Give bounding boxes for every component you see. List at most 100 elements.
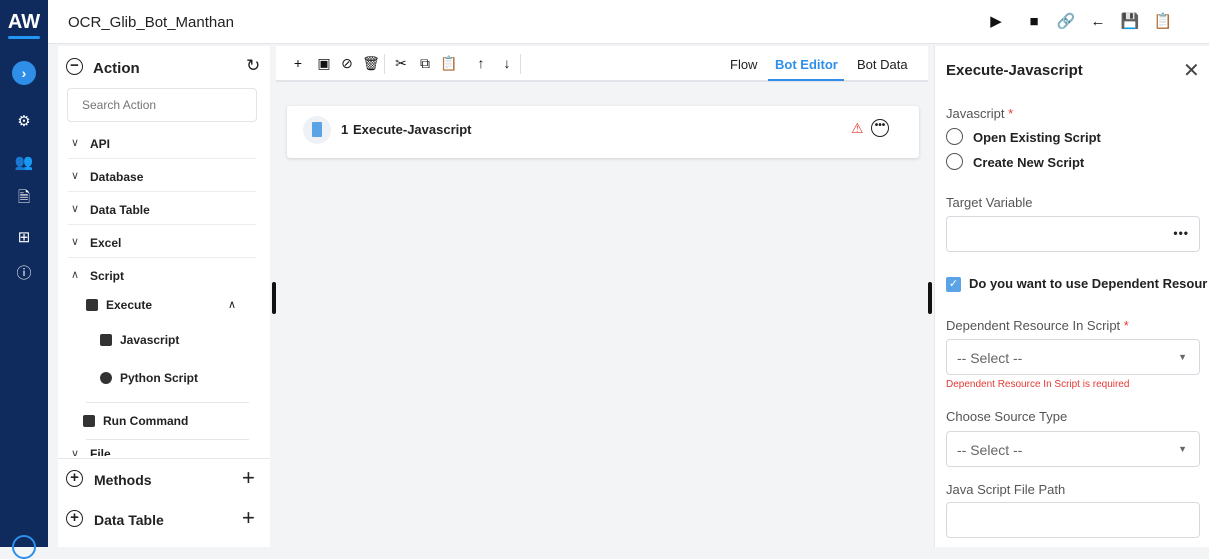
category-excel[interactable]: ∨ Excel [68, 225, 256, 258]
disable-icon[interactable]: ⊘ [338, 55, 356, 72]
move-up-icon[interactable]: ↑ [472, 55, 490, 71]
nav-rail: AW › ⚙ 👥 🗎 ⊞ ⓘ [0, 0, 48, 559]
caret-down-icon: ▼ [1178, 352, 1187, 362]
required-mark: * [1008, 106, 1014, 121]
execute-icon [86, 299, 98, 311]
category-file[interactable]: ∨ File [68, 442, 256, 456]
source-type-select[interactable]: -- Select -- ▼ [946, 431, 1200, 467]
action-label: Javascript [120, 333, 180, 347]
select-placeholder: -- Select -- [957, 442, 1023, 458]
paste-icon[interactable]: 📋 [440, 55, 458, 72]
back-arrow-icon[interactable]: ← [1088, 12, 1108, 32]
chevron-down-icon: ∨ [71, 236, 80, 248]
dependent-resource-label-text: Dependent Resource In Script [946, 318, 1121, 333]
radio-circle[interactable] [946, 153, 963, 170]
tab-bot-editor[interactable]: Bot Editor [775, 57, 838, 72]
action-javascript[interactable]: Javascript [100, 333, 179, 347]
tab-bot-data[interactable]: Bot Data [857, 57, 908, 72]
refresh-icon[interactable]: ↻ [246, 56, 260, 76]
dependent-resource-checkbox[interactable]: ✓ Do you want to use Dependent Resour [946, 274, 1209, 294]
source-type-label: Choose Source Type [946, 409, 1068, 424]
add-data-table-icon[interactable]: + [242, 505, 255, 531]
radio-label: Open Existing Script [973, 130, 1101, 145]
action-label: Python Script [120, 371, 199, 385]
cut-icon[interactable]: ✂ [392, 55, 410, 72]
chevron-right-icon[interactable]: › [12, 61, 36, 85]
save-icon[interactable]: 💾 [1120, 12, 1140, 32]
divider [86, 402, 249, 403]
collapse-minus-icon[interactable]: − [66, 58, 83, 75]
search-action-input[interactable] [67, 88, 257, 122]
category-label: Database [90, 170, 144, 184]
chevron-down-icon: ∨ [71, 170, 80, 182]
play-icon[interactable]: ▶ [986, 12, 1006, 32]
more-options-icon[interactable]: ••• [1173, 226, 1189, 240]
settings-cog-icon[interactable]: ⚙ [14, 112, 34, 132]
radio-circle[interactable] [946, 128, 963, 145]
data-table-section[interactable]: + Data Table + [58, 499, 270, 539]
category-script[interactable]: ∧ Script [68, 258, 256, 291]
file-path-label: Java Script File Path [946, 482, 1066, 497]
bot-title: OCR_Glib_Bot_Manthan [68, 14, 234, 31]
logo-underline [8, 36, 40, 39]
radio-label: Create New Script [973, 155, 1085, 170]
actions-panel: − Action ↻ ∨ API ∨ Database ∨ Data Table… [58, 46, 270, 547]
category-label: Data Table [90, 203, 150, 217]
divider [86, 439, 249, 440]
target-variable-input[interactable]: ••• [946, 216, 1200, 252]
category-api[interactable]: ∨ API [68, 126, 256, 159]
file-cog-icon[interactable]: 🗎 [14, 188, 34, 208]
dependent-resource-select[interactable]: -- Select -- ▼ [946, 339, 1200, 375]
checkbox-checked-icon[interactable]: ✓ [946, 277, 961, 292]
action-run-command[interactable]: Run Command [83, 414, 188, 428]
javascript-label: Javascript * [946, 106, 1013, 121]
javascript-step-icon [303, 116, 331, 144]
users-icon[interactable]: 👥 [14, 153, 34, 173]
select-placeholder: -- Select -- [957, 350, 1023, 366]
group-execute[interactable]: Execute ∧ [86, 298, 246, 312]
tab-flow[interactable]: Flow [730, 57, 757, 72]
methods-label: Methods [94, 472, 152, 488]
radio-open-existing-script[interactable]: Open Existing Script [946, 127, 1206, 147]
video-icon[interactable]: ■ [1024, 12, 1044, 32]
target-variable-label: Target Variable [946, 195, 1033, 210]
caret-down-icon: ▼ [1178, 444, 1187, 454]
warning-icon: ⚠ [851, 120, 864, 136]
editor-toolbar: + ▣ ⊘ 🗑 ✂ ⧉ 📋 ↑ ↓ Flow Bot Editor Bot Da… [276, 46, 928, 82]
insert-icon[interactable]: ▣ [315, 55, 333, 72]
javascript-icon [100, 334, 112, 346]
chevron-up-icon: ∧ [228, 299, 237, 311]
more-options-icon[interactable]: ••• [871, 119, 889, 137]
delete-icon[interactable]: 🗑 [362, 55, 380, 72]
chevron-down-icon: ∨ [71, 137, 80, 149]
add-icon[interactable]: + [289, 55, 307, 71]
close-icon[interactable]: ✕ [1183, 58, 1200, 83]
info-icon[interactable]: ⓘ [14, 264, 34, 284]
chevron-down-icon: ∨ [71, 448, 80, 456]
data-table-label: Data Table [94, 512, 164, 528]
active-tab-indicator [768, 79, 844, 81]
actions-header: − Action ↻ [58, 46, 270, 88]
step-card[interactable]: 1 Execute-Javascript ⚠ ••• [287, 106, 919, 158]
category-data-table[interactable]: ∨ Data Table [68, 192, 256, 225]
profile-icon[interactable] [12, 535, 36, 559]
javascript-label-text: Javascript [946, 106, 1005, 121]
category-database[interactable]: ∨ Database [68, 159, 256, 192]
move-down-icon[interactable]: ↓ [498, 55, 516, 71]
link-icon[interactable]: 🔗 [1056, 12, 1076, 32]
radio-create-new-script[interactable]: Create New Script [946, 152, 1206, 172]
panel-footer: + Methods + + Data Table + [58, 458, 270, 547]
add-method-icon[interactable]: + [242, 465, 255, 491]
action-label: Run Command [103, 414, 189, 428]
toolbar-separator [520, 54, 521, 74]
methods-section[interactable]: + Methods + [58, 459, 270, 499]
export-icon[interactable]: 📋 [1153, 12, 1173, 32]
action-python-script[interactable]: Python Script [100, 371, 198, 385]
apps-grid-icon[interactable]: ⊞ [14, 228, 34, 248]
copy-icon[interactable]: ⧉ [416, 55, 434, 72]
bot-editor: + ▣ ⊘ 🗑 ✂ ⧉ 📋 ↑ ↓ Flow Bot Editor Bot Da… [276, 46, 928, 547]
terminal-icon [83, 415, 95, 427]
dependent-resource-error: Dependent Resource In Script is required [946, 379, 1130, 390]
right-resize-handle[interactable] [928, 282, 932, 314]
file-path-input[interactable] [946, 502, 1200, 538]
